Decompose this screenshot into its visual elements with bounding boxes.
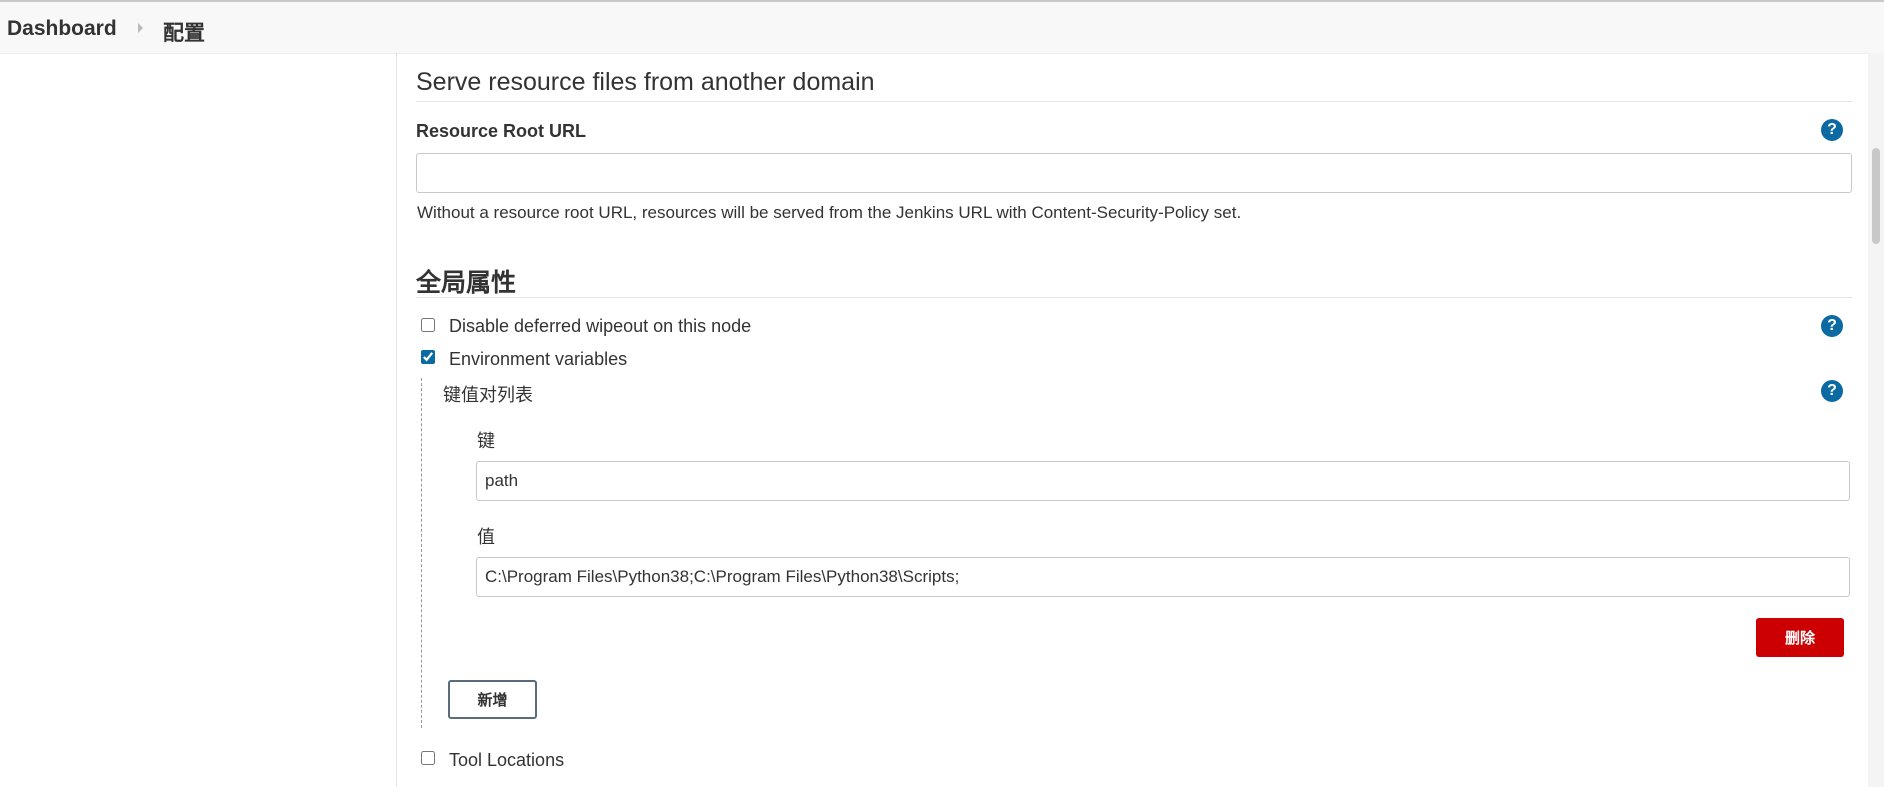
scrollbar-thumb[interactable] xyxy=(1872,148,1880,244)
help-icon[interactable]: ? xyxy=(1821,119,1843,141)
breadcrumb-current[interactable]: 配置 xyxy=(163,17,205,47)
value-label: 值 xyxy=(477,527,495,547)
add-button[interactable]: 新增 xyxy=(448,680,537,719)
tool-locations-checkbox[interactable] xyxy=(421,751,435,765)
disable-wipeout-label[interactable]: Disable deferred wipeout on this node xyxy=(449,316,751,337)
breadcrumb-dashboard-link[interactable]: Dashboard xyxy=(7,17,117,41)
resource-root-url-input[interactable] xyxy=(416,153,1852,193)
tool-locations-label[interactable]: Tool Locations xyxy=(449,750,564,771)
breadcrumb-separator-icon xyxy=(138,23,143,33)
delete-button[interactable]: 删除 xyxy=(1756,618,1844,657)
global-properties-title: 全局属性 xyxy=(416,269,517,297)
section-divider xyxy=(416,297,1852,298)
sidebar-divider xyxy=(396,53,397,787)
key-input[interactable] xyxy=(476,461,1850,501)
environment-variables-checkbox[interactable] xyxy=(421,350,435,364)
environment-variables-label[interactable]: Environment variables xyxy=(449,349,627,370)
resource-root-url-description: Without a resource root URL, resources w… xyxy=(417,203,1242,222)
resource-root-url-label: Resource Root URL xyxy=(416,121,587,141)
key-label: 键 xyxy=(477,431,495,451)
help-icon[interactable]: ? xyxy=(1821,315,1843,337)
value-input[interactable] xyxy=(476,557,1850,597)
nested-block-indicator xyxy=(421,378,422,728)
disable-wipeout-checkbox[interactable] xyxy=(421,318,435,332)
section-divider xyxy=(416,101,1852,102)
resource-section-title: Serve resource files from another domain xyxy=(416,68,875,96)
help-icon[interactable]: ? xyxy=(1821,380,1843,402)
kv-list-label: 键值对列表 xyxy=(443,385,533,405)
breadcrumb: Dashboard 配置 xyxy=(0,2,1884,54)
